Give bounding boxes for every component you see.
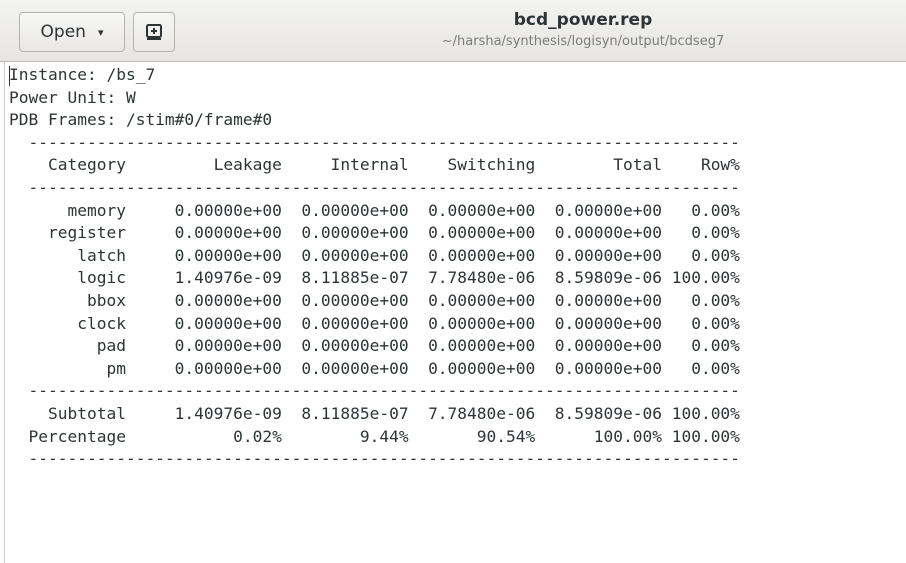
header-bar: Open ▾ bcd_power.rep ~/harsha/synthesis/… (0, 0, 906, 62)
open-button-label: Open (40, 22, 86, 42)
report-line: memory 0.00000e+00 0.00000e+00 0.00000e+… (9, 200, 740, 220)
report-line: ----------------------------------------… (9, 449, 740, 469)
new-document-button[interactable] (133, 12, 175, 52)
report-line: ----------------------------------------… (9, 177, 740, 197)
report-line: Percentage 0.02% 9.44% 90.54% 100.00% 10… (9, 426, 740, 446)
report-line: ----------------------------------------… (9, 132, 740, 152)
report-line: Instance: /bs_7 (9, 65, 156, 84)
report-line: Category Leakage Internal Switching Tota… (9, 155, 740, 175)
report-line: pm 0.00000e+00 0.00000e+00 0.00000e+00 0… (9, 358, 740, 378)
file-path: ~/harsha/synthesis/logisyn/output/bcdseg… (441, 34, 725, 49)
open-button[interactable]: Open ▾ (19, 12, 125, 52)
title-block: bcd_power.rep ~/harsha/synthesis/logisyn… (300, 10, 866, 49)
report-line: PDB Frames: /stim#0/frame#0 (9, 110, 273, 130)
report-line: Power Unit: W (9, 87, 136, 107)
report-line: clock 0.00000e+00 0.00000e+00 0.00000e+0… (9, 313, 740, 333)
text-editor[interactable]: Instance: /bs_7 Power Unit: W PDB Frames: … (4, 62, 906, 563)
report-line: Subtotal 1.40976e-09 8.11885e-07 7.78480… (9, 403, 740, 423)
report-line: latch 0.00000e+00 0.00000e+00 0.00000e+0… (9, 245, 740, 265)
chevron-down-icon: ▾ (97, 25, 104, 39)
report-line: logic 1.40976e-09 8.11885e-07 7.78480e-0… (9, 268, 740, 288)
report-text: Instance: /bs_7 Power Unit: W PDB Frames: … (9, 64, 740, 471)
report-line: register 0.00000e+00 0.00000e+00 0.00000… (9, 223, 740, 243)
report-line: ----------------------------------------… (9, 381, 740, 401)
report-line: bbox 0.00000e+00 0.00000e+00 0.00000e+00… (9, 290, 740, 310)
window-title: bcd_power.rep (513, 10, 653, 30)
report-line: pad 0.00000e+00 0.00000e+00 0.00000e+00 … (9, 336, 740, 356)
document-new-icon (146, 24, 162, 40)
